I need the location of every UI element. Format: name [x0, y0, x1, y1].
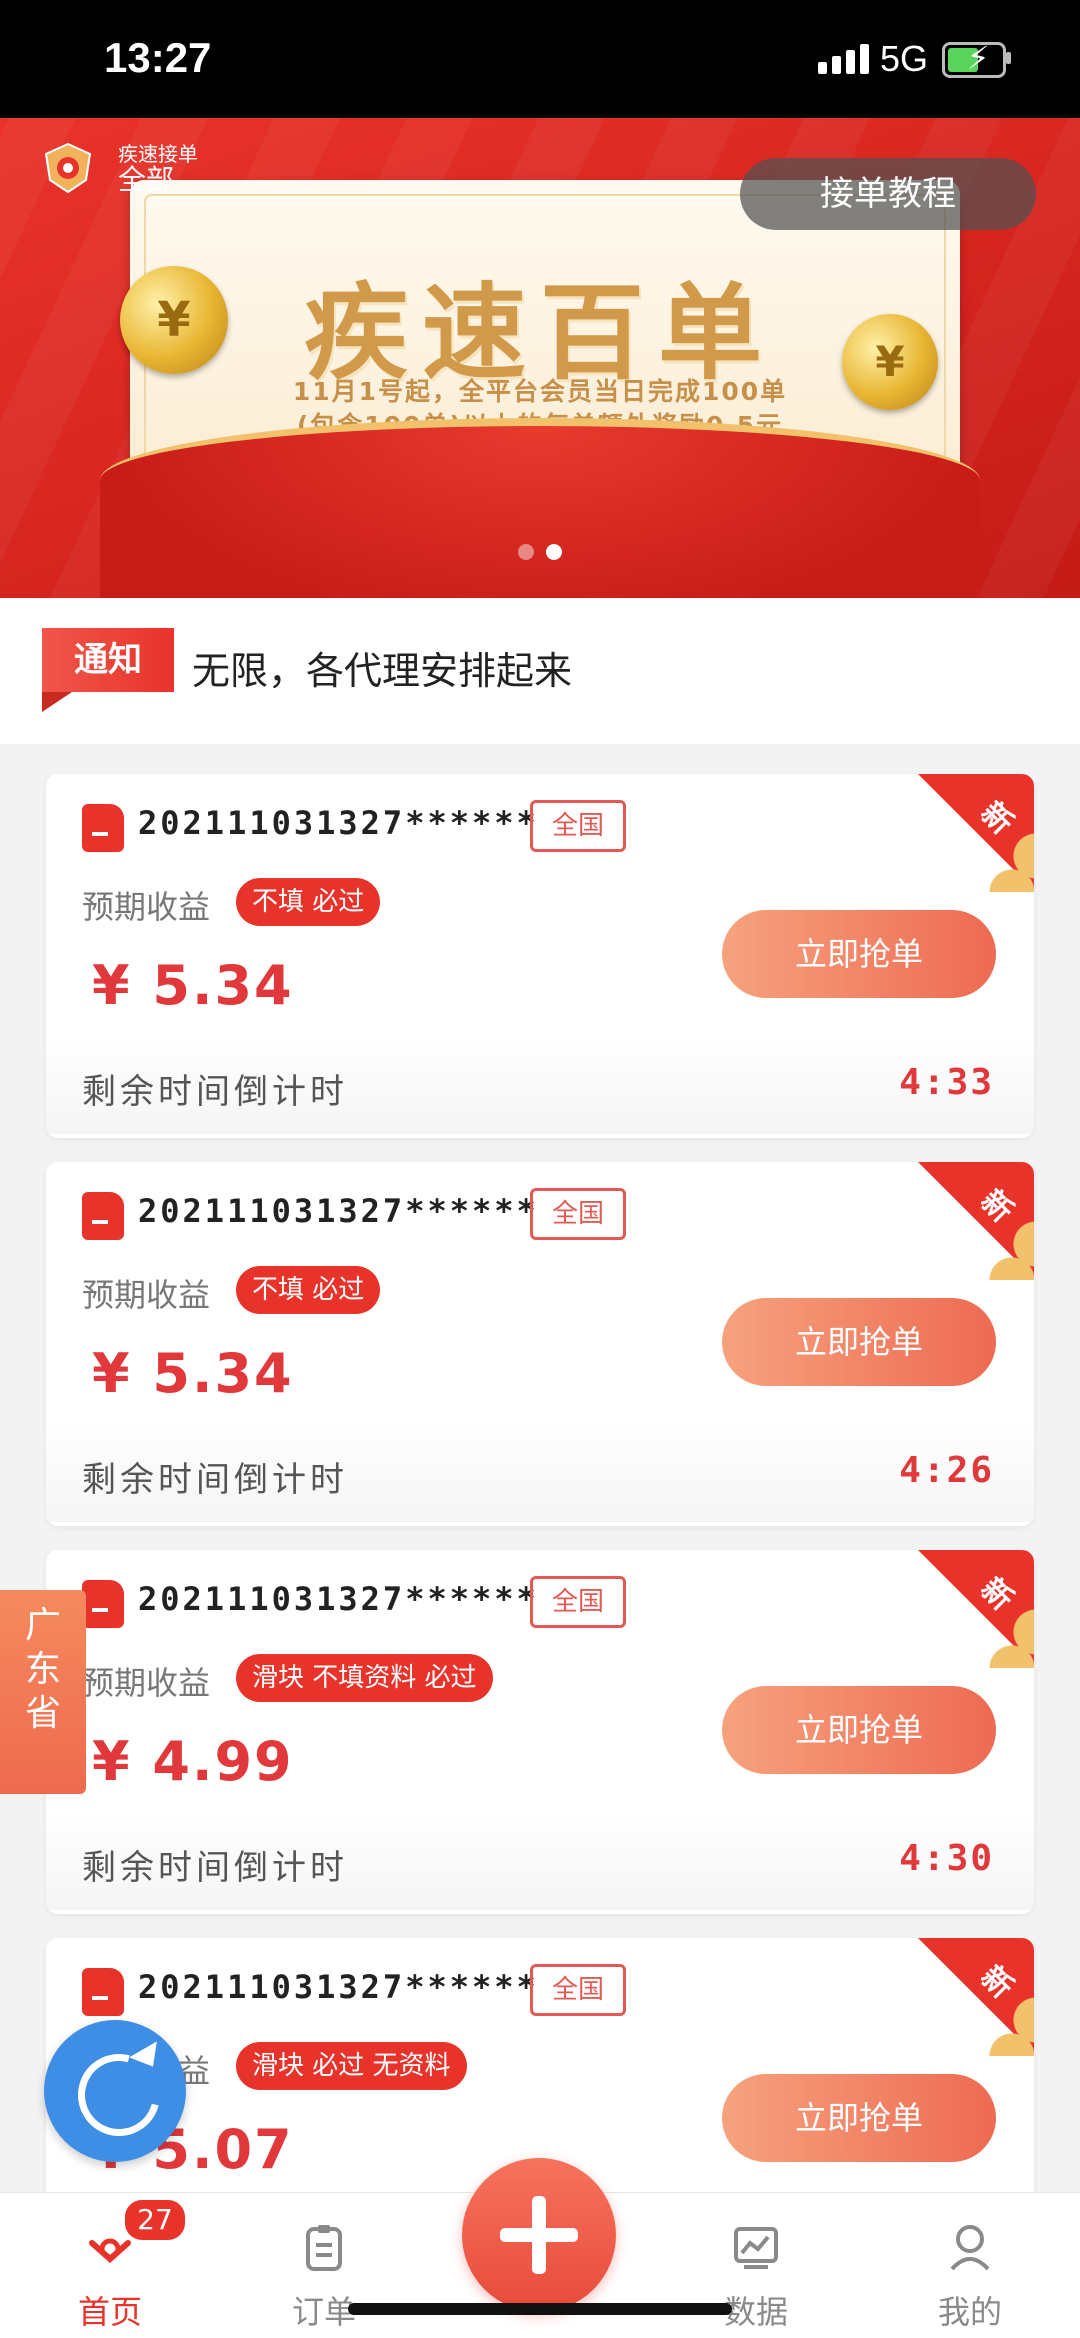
battery-tip — [1006, 52, 1011, 64]
tab-orders[interactable]: 订单 — [244, 2193, 404, 2338]
banner-pagination — [512, 544, 568, 564]
countdown-label: 剩余时间倒计时 — [82, 1848, 348, 1888]
tab-mine[interactable]: 我的 — [890, 2193, 1050, 2338]
countdown-timer: 4:26 — [899, 1450, 994, 1491]
grab-order-button[interactable]: 立即抢单 — [722, 910, 996, 998]
status-time: 13:27 — [104, 34, 212, 81]
order-card: 202111031327****** 全国 预期收益 不填 必过 ¥ 5.34 … — [46, 1162, 1034, 1526]
notice-bar: 通知 无限，各代理安排起来 — [0, 598, 1080, 744]
region-tag: 全国 — [530, 800, 626, 852]
banner-dot[interactable] — [518, 544, 534, 560]
status-bar: 13:27 5G ⚡ — [0, 0, 1080, 118]
home-badge: 27 — [122, 2197, 188, 2243]
grab-order-button[interactable]: 立即抢单 — [722, 1298, 996, 1386]
app-logo-icon — [44, 142, 92, 194]
chart-icon — [734, 2227, 778, 2269]
order-card: 202111031327****** 全国 预期收益 滑块 不填资料 必过 ¥ … — [46, 1550, 1034, 1914]
region-tag: 全国 — [530, 1188, 626, 1240]
order-document-icon — [82, 1580, 124, 1628]
tab-mine-label: 我的 — [937, 2293, 1002, 2331]
order-document-icon — [82, 1192, 124, 1240]
region-tag: 全国 — [530, 1964, 626, 2016]
order-document-icon — [82, 804, 124, 852]
banner-dot-active[interactable] — [546, 544, 562, 560]
province-char: 省 — [24, 1693, 61, 1734]
requirement-pill: 滑块 不填资料 必过 — [236, 1654, 493, 1702]
notice-tag: 通知 — [42, 628, 174, 712]
add-button[interactable] — [462, 2158, 616, 2312]
requirement-pill: 不填 必过 — [236, 878, 381, 926]
countdown-label: 剩余时间倒计时 — [82, 1460, 348, 1500]
province-char: 广 — [24, 1605, 61, 1646]
tutorial-button[interactable]: 接单教程 — [740, 158, 1036, 230]
countdown-timer: 4:33 — [899, 1062, 994, 1103]
new-corner-badge: 新 — [916, 1938, 1034, 2056]
network-type: 5G — [880, 38, 929, 79]
tab-home[interactable]: 27 首页 — [30, 2193, 190, 2338]
order-number: 202111031327****** — [138, 804, 539, 842]
home-indicator — [348, 2303, 732, 2315]
coin-icon: ¥ — [842, 314, 938, 410]
order-card: 202111031327****** 全国 预期收益 不填 必过 ¥ 5.34 … — [46, 774, 1034, 1138]
new-corner-badge: 新 — [916, 1550, 1034, 1668]
city-selector[interactable]: 全部 — [118, 158, 174, 198]
order-number: 202111031327****** — [138, 1968, 539, 2006]
coin-icon: ¥ — [120, 266, 228, 374]
order-price: ¥ 5.34 — [92, 1342, 294, 1405]
requirement-pill: 不填 必过 — [236, 1266, 381, 1314]
expected-income-label: 预期收益 — [82, 888, 211, 926]
user-icon — [950, 2225, 990, 2271]
tab-home-label: 首页 — [77, 2293, 142, 2331]
countdown-timer: 4:30 — [899, 1838, 994, 1879]
signal-icon — [818, 44, 874, 74]
notice-text: 无限，各代理安排起来 — [192, 649, 573, 693]
red-envelope — [100, 418, 980, 598]
order-number: 202111031327****** — [138, 1192, 539, 1230]
expected-income-label: 预期收益 — [82, 1276, 211, 1314]
new-corner-badge: 新 — [916, 1162, 1034, 1280]
new-corner-badge: 新 — [916, 774, 1034, 892]
order-price: ¥ 4.99 — [92, 1730, 294, 1793]
order-number: 202111031327****** — [138, 1580, 539, 1618]
countdown-label: 剩余时间倒计时 — [82, 1072, 348, 1112]
requirement-pill: 滑块 必过 无资料 — [236, 2042, 467, 2090]
order-document-icon — [82, 1968, 124, 2016]
expected-income-label: 预期收益 — [82, 1664, 211, 1702]
refresh-button[interactable] — [44, 2020, 186, 2162]
region-tag: 全国 — [530, 1576, 626, 1628]
promo-banner[interactable]: 疾速百单 11月1号起，全平台会员当日完成100单 (包含100单)以上的每单额… — [0, 118, 1080, 598]
province-char: 东 — [24, 1649, 61, 1690]
clipboard-icon — [306, 2225, 342, 2271]
grab-order-button[interactable]: 立即抢单 — [722, 1686, 996, 1774]
battery-icon: ⚡ — [942, 39, 1006, 78]
order-price: ¥ 5.34 — [92, 954, 294, 1017]
grab-order-button[interactable]: 立即抢单 — [722, 2074, 996, 2162]
province-filter[interactable]: 广 东 省 — [0, 1590, 86, 1794]
tab-data[interactable]: 数据 — [676, 2193, 836, 2338]
